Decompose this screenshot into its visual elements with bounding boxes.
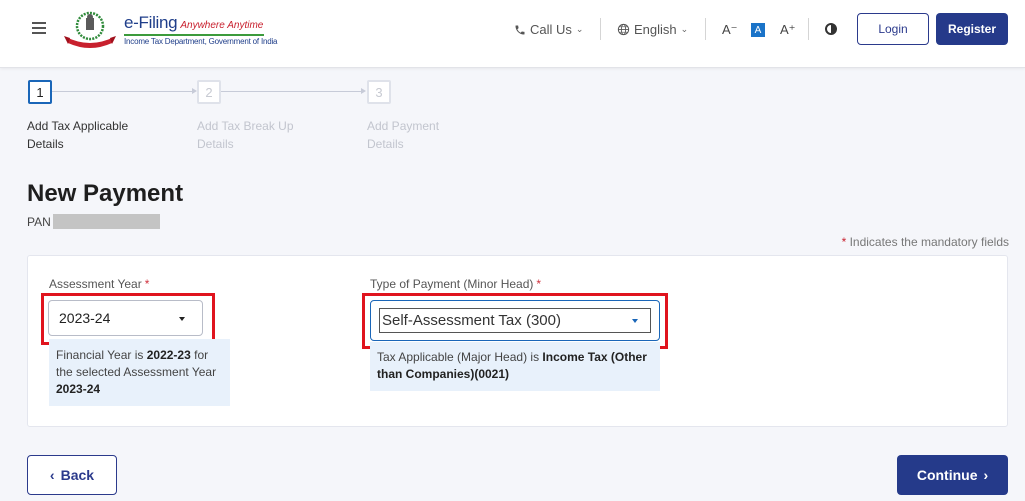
brand-subtitle: Income Tax Department, Government of Ind…: [124, 37, 278, 46]
language-dropdown[interactable]: English ⌄: [617, 22, 688, 37]
step-3-label: Add Payment Details: [367, 119, 440, 151]
chevron-left-icon: ‹: [49, 467, 55, 483]
step-3-number: 3: [367, 80, 391, 104]
phone-icon: [515, 25, 525, 34]
payment-type-label: Type of Payment (Minor Head) *: [370, 277, 542, 291]
step-arrow-icon: [361, 88, 366, 94]
hamburger-menu-icon[interactable]: [32, 22, 46, 34]
brand[interactable]: e-Filing Anywhere Anytime Income Tax Depa…: [124, 13, 278, 46]
dropdown-caret-icon: [632, 319, 638, 323]
normal-font-button[interactable]: A: [751, 23, 765, 37]
increase-font-button[interactable]: A⁺: [780, 22, 796, 38]
step-connector: [52, 91, 192, 92]
step-2-label: Add Tax Break Up Details: [197, 119, 294, 151]
divider: [705, 18, 706, 40]
chevron-down-icon: ⌄: [680, 24, 689, 34]
call-us-label: Call Us: [530, 22, 572, 37]
dropdown-caret-icon: [179, 317, 185, 321]
step-1-label: Add Tax Applicable Details: [27, 119, 129, 151]
assessment-year-label: Assessment Year *: [49, 277, 150, 291]
call-us-dropdown[interactable]: Call Us ⌄: [514, 22, 583, 37]
divider: [808, 18, 809, 40]
brand-underline: [124, 34, 264, 36]
decrease-font-button[interactable]: A⁻: [722, 22, 738, 38]
brand-tagline: Anywhere Anytime: [180, 20, 264, 31]
assessment-year-value: 2023-24: [59, 310, 111, 326]
step-1-number: 1: [28, 80, 52, 104]
page-title: New Payment: [27, 180, 184, 207]
language-label: English: [634, 22, 677, 37]
contrast-toggle-icon[interactable]: [825, 23, 837, 35]
brand-title: e-Filing: [124, 13, 178, 32]
income-tax-emblem-icon[interactable]: [62, 9, 118, 49]
chevron-down-icon: ⌄: [575, 24, 584, 34]
pan-value-redacted: [53, 214, 160, 229]
step-2-number: 2: [197, 80, 221, 104]
continue-button[interactable]: Continue ›: [897, 455, 1008, 495]
login-button[interactable]: Login: [857, 13, 929, 45]
chevron-right-icon: ›: [983, 467, 989, 483]
site-header: e-Filing Anywhere Anytime Income Tax Depa…: [0, 0, 1025, 68]
step-connector: [221, 91, 361, 92]
payment-type-value: Self-Assessment Tax (300): [382, 312, 561, 329]
pan-label: PAN: [27, 215, 51, 229]
divider: [600, 18, 601, 40]
payment-type-select[interactable]: Self-Assessment Tax (300): [379, 308, 651, 333]
globe-icon: [617, 23, 630, 36]
back-button[interactable]: ‹ Back: [27, 455, 117, 495]
major-head-info: Tax Applicable (Major Head) is Income Ta…: [370, 342, 660, 391]
mandatory-note: * Indicates the mandatory fields: [841, 235, 1009, 249]
financial-year-info: Financial Year is 2022-23 for the select…: [49, 339, 230, 406]
register-button[interactable]: Register: [936, 13, 1008, 45]
assessment-year-select[interactable]: 2023-24: [48, 300, 203, 336]
